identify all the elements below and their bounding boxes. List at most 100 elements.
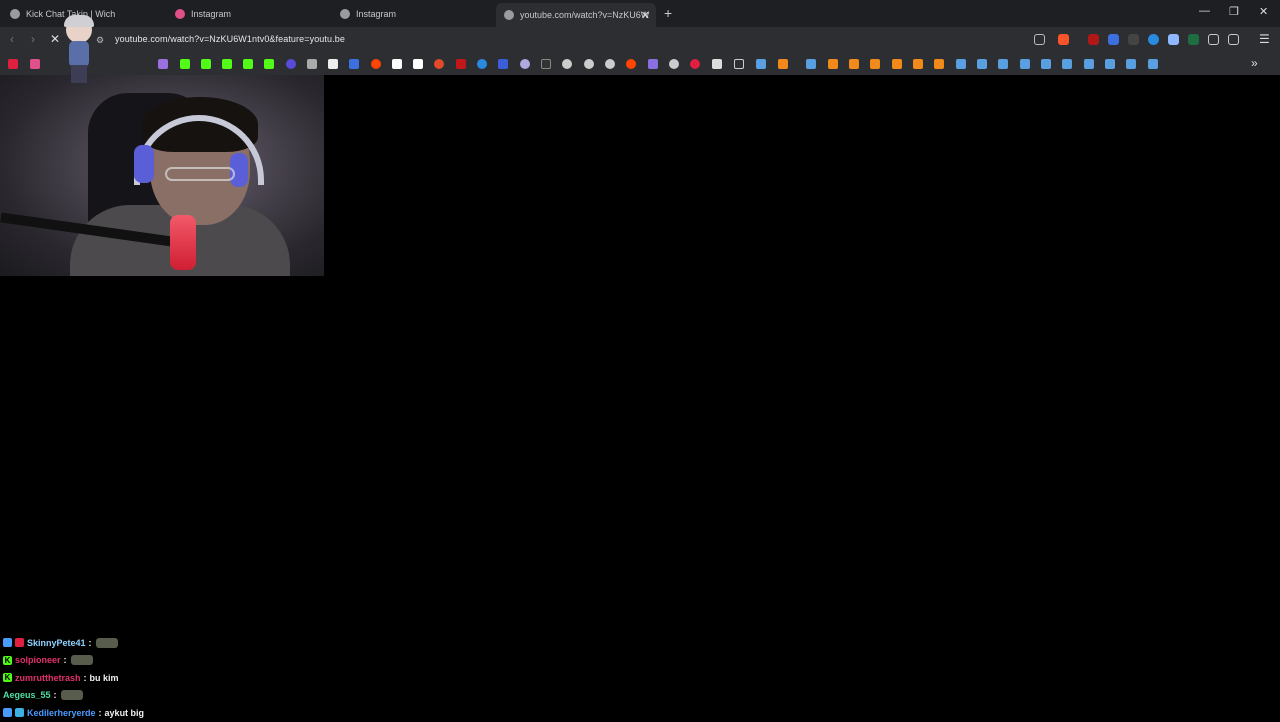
- bookmark-icon[interactable]: [477, 59, 487, 69]
- bookmark-icon[interactable]: [30, 59, 40, 69]
- emote-icon: [70, 655, 93, 666]
- kick-badge-icon: K: [3, 673, 12, 683]
- address-bar[interactable]: youtube.com/watch?v=NzKU6W1ntv0&feature=…: [115, 34, 345, 44]
- badge-icon: [15, 708, 24, 718]
- tab-strip: Kick Chat Takip | Wich Instagram Instagr…: [0, 0, 1280, 27]
- chat-message: Aegeus_55 :: [3, 687, 333, 705]
- reddit-icon[interactable]: [371, 59, 381, 69]
- kick-icon[interactable]: [264, 59, 274, 69]
- emote-icon: [95, 637, 118, 648]
- toolbar: ‹ › ✕ ⚙ youtube.com/watch?v=NzKU6W1ntv0&…: [0, 27, 1280, 53]
- globe-icon[interactable]: [562, 59, 572, 69]
- bookmark-icon[interactable]: [349, 59, 359, 69]
- globe-icon: [10, 9, 20, 19]
- more-bookmarks-icon[interactable]: »: [1251, 56, 1258, 70]
- bookmark-icon[interactable]: [8, 59, 18, 69]
- emote-icon: [60, 690, 83, 701]
- chat-message: K solpioneer :: [3, 652, 333, 670]
- chat-message: Kedilerheryerde : aykut big: [3, 704, 333, 722]
- close-tab-icon[interactable]: ✕: [641, 9, 650, 22]
- minimize-icon[interactable]: —: [1199, 5, 1210, 17]
- steam-icon[interactable]: [1105, 59, 1115, 69]
- steam-icon[interactable]: [1020, 59, 1030, 69]
- bookmark-icon[interactable]: [286, 59, 296, 69]
- bookmark-icon[interactable]: [690, 59, 700, 69]
- bookmark-icon[interactable]: [892, 59, 902, 69]
- bookmark-icon[interactable]: [870, 59, 880, 69]
- chat-username: Kedilerheryerde: [27, 707, 96, 718]
- kick-badge-icon: K: [3, 655, 12, 665]
- bookmark-icon[interactable]: [520, 59, 530, 69]
- sidebar-icon[interactable]: [1228, 34, 1239, 45]
- tab-instagram-1[interactable]: Instagram: [169, 3, 329, 25]
- globe-icon[interactable]: [605, 59, 615, 69]
- menu-icon[interactable]: ☰: [1259, 32, 1270, 46]
- steam-icon[interactable]: [1041, 59, 1051, 69]
- ublock-icon[interactable]: [1088, 34, 1099, 45]
- bookmark-icon[interactable]: [392, 59, 402, 69]
- bookmark-icon[interactable]: [307, 59, 317, 69]
- bookmarks-bar: »: [0, 53, 1280, 75]
- chat-username: zumrutthetrash: [15, 672, 81, 683]
- bookmark-icon[interactable]: [158, 59, 168, 69]
- x-twitter-icon[interactable]: [328, 59, 338, 69]
- tab-title: Instagram: [356, 9, 397, 19]
- close-window-icon[interactable]: ✕: [1259, 5, 1268, 18]
- glasses: [165, 167, 235, 181]
- bookmark-icon[interactable]: [456, 59, 466, 69]
- extension-icon[interactable]: [1108, 34, 1119, 45]
- chat-message: SkinnyPete41 :: [3, 634, 333, 652]
- kick-icon[interactable]: [243, 59, 253, 69]
- extension-icon[interactable]: [1168, 34, 1179, 45]
- headset-ear-left: [134, 145, 154, 183]
- bookmark-icon[interactable]: [712, 59, 722, 69]
- bookmark-icon[interactable]: [828, 59, 838, 69]
- steam-icon[interactable]: [806, 59, 816, 69]
- extensions-icon[interactable]: [1208, 34, 1219, 45]
- tab-instagram-2[interactable]: Instagram: [334, 3, 494, 25]
- avatar-character: [62, 15, 96, 85]
- chat-message: K zumrutthetrash : bu kim: [3, 672, 119, 683]
- excel-icon[interactable]: [1188, 34, 1199, 45]
- chat-username: Aegeus_55: [3, 690, 51, 701]
- steam-icon[interactable]: [956, 59, 966, 69]
- steam-icon[interactable]: [977, 59, 987, 69]
- steam-icon[interactable]: [1148, 59, 1158, 69]
- reddit-icon[interactable]: [626, 59, 636, 69]
- steam-icon[interactable]: [756, 59, 766, 69]
- bookmark-icon[interactable]: [778, 59, 788, 69]
- steam-icon[interactable]: [1062, 59, 1072, 69]
- chat-username: solpioneer: [15, 655, 61, 666]
- extension-icon[interactable]: [1148, 34, 1159, 45]
- bookmark-icon[interactable]: [913, 59, 923, 69]
- badge-icon: [3, 708, 12, 718]
- amazon-icon[interactable]: [413, 59, 423, 69]
- steam-icon[interactable]: [1126, 59, 1136, 69]
- restore-icon[interactable]: ❐: [1229, 5, 1239, 18]
- kick-icon[interactable]: [180, 59, 190, 69]
- new-tab-button[interactable]: +: [664, 5, 672, 21]
- kick-icon[interactable]: [201, 59, 211, 69]
- chat-username: SkinnyPete41: [27, 637, 86, 648]
- bookmark-icon[interactable]: [849, 59, 859, 69]
- brave-shields-icon[interactable]: [1058, 34, 1069, 45]
- globe-icon[interactable]: [584, 59, 594, 69]
- extension-icon[interactable]: [1128, 34, 1139, 45]
- kick-icon[interactable]: [222, 59, 232, 69]
- bookmark-icon[interactable]: [934, 59, 944, 69]
- share-icon[interactable]: [1034, 34, 1045, 45]
- back-icon[interactable]: ‹: [10, 32, 14, 46]
- bookmark-icon[interactable]: [648, 59, 658, 69]
- bookmark-icon[interactable]: [498, 59, 508, 69]
- tab-youtube-active[interactable]: youtube.com/watch?v=NzKU6W ✕: [496, 3, 656, 27]
- webcam-overlay: [0, 75, 324, 276]
- folder-icon[interactable]: [734, 59, 744, 69]
- steam-icon[interactable]: [1084, 59, 1094, 69]
- bookmark-icon[interactable]: [541, 59, 551, 69]
- steam-icon[interactable]: [998, 59, 1008, 69]
- forward-icon[interactable]: ›: [31, 32, 35, 46]
- site-info-icon[interactable]: ⚙: [96, 35, 104, 46]
- bookmark-icon[interactable]: [434, 59, 444, 69]
- globe-icon[interactable]: [669, 59, 679, 69]
- stop-loading-icon[interactable]: ✕: [50, 32, 60, 46]
